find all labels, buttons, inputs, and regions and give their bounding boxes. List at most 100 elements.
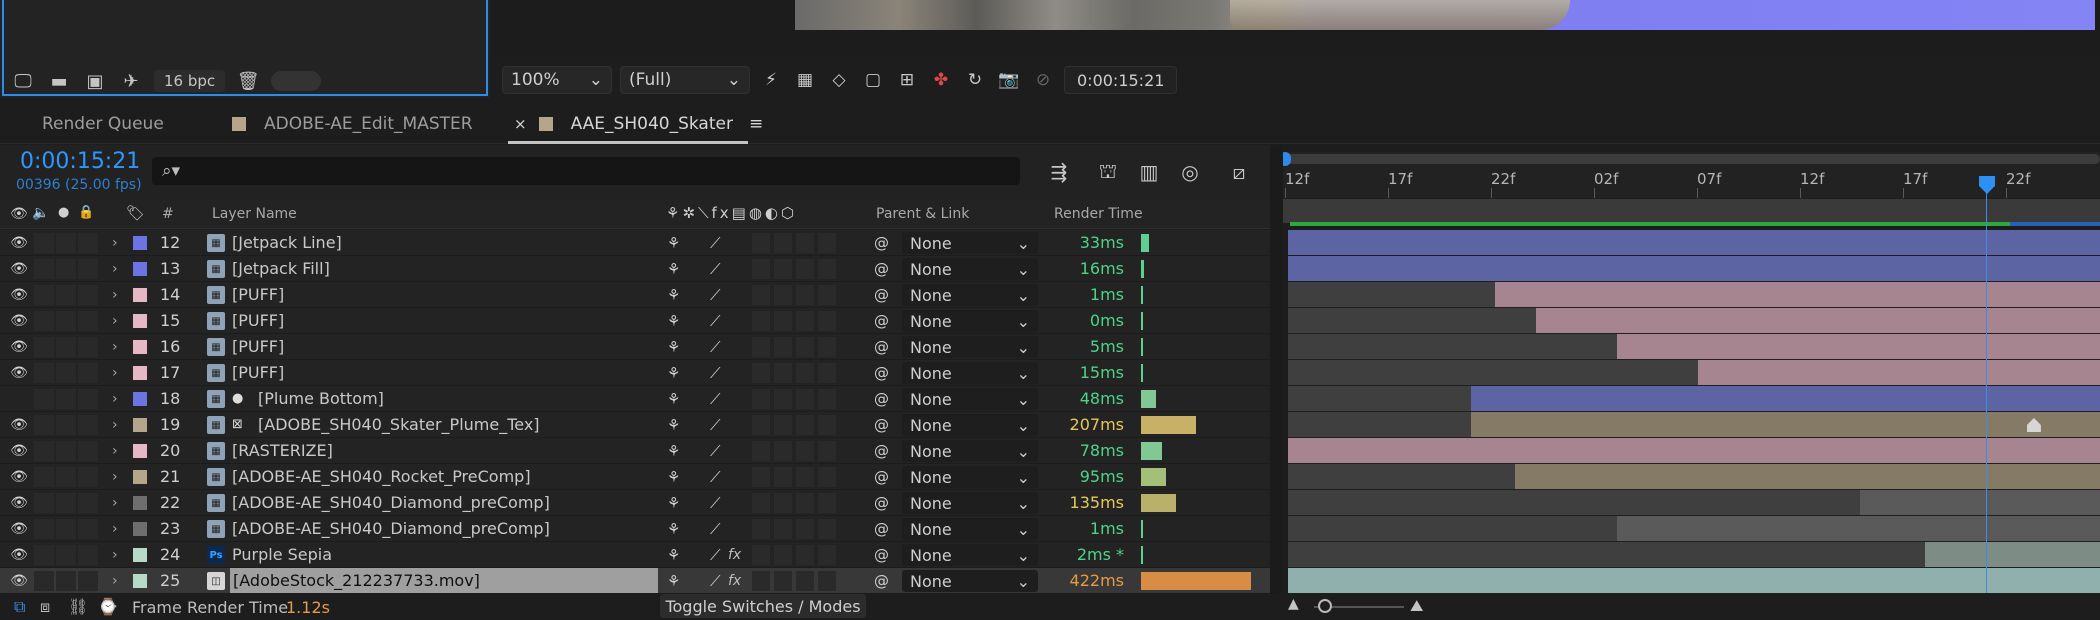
solo-toggle-slot[interactable]: [56, 493, 76, 513]
eye-icon[interactable]: 👁: [8, 308, 30, 333]
layer-row[interactable]: › 18 ▦ ● [Plume Bottom] ⚘ ⟋ @ None ⌄ 48ms: [0, 386, 1270, 412]
layer-label-color[interactable]: [133, 470, 147, 484]
audio-toggle-slot[interactable]: [34, 415, 54, 435]
solo-toggle-slot[interactable]: [56, 389, 76, 409]
3d-layer-switch[interactable]: [818, 363, 836, 383]
quality-switch-icon[interactable]: ⟋: [710, 282, 730, 307]
layer-duration-bar[interactable]: [1925, 542, 2100, 567]
transparency-grid-icon[interactable]: ▦: [792, 67, 818, 93]
quality-switch-icon[interactable]: ⟋: [710, 490, 730, 515]
chevron-right-icon[interactable]: ›: [112, 542, 118, 567]
lock-toggle-slot[interactable]: [78, 337, 98, 357]
tab-render-queue[interactable]: Render Queue: [42, 104, 164, 144]
layer-name[interactable]: Purple Sepia: [232, 542, 642, 567]
motion-blur-switch[interactable]: [774, 389, 792, 409]
effects-switch-icon[interactable]: fx: [728, 542, 750, 567]
adjustment-layer-switch[interactable]: [796, 415, 814, 435]
lock-toggle-slot[interactable]: [78, 441, 98, 461]
layer-label-color[interactable]: [133, 444, 147, 458]
chevron-right-icon[interactable]: ›: [112, 568, 118, 593]
adjustment-layer-switch[interactable]: [796, 233, 814, 253]
track-matte-icon[interactable]: ●: [232, 386, 250, 411]
lock-toggle-slot[interactable]: [78, 363, 98, 383]
lock-toggle-slot[interactable]: [78, 389, 98, 409]
adjustment-layer-switch[interactable]: [796, 493, 814, 513]
shy-switch-icon[interactable]: ⚘: [667, 516, 687, 541]
shy-switch-icon[interactable]: ⚘: [667, 438, 687, 463]
render-time-toggle-icon[interactable]: ⌚: [98, 597, 118, 616]
timeline-track[interactable]: [1288, 464, 2100, 490]
layer-name[interactable]: [PUFF]: [232, 308, 642, 333]
toggle-switches-modes-button[interactable]: Toggle Switches / Modes: [660, 594, 866, 618]
lock-toggle-slot[interactable]: [78, 493, 98, 513]
motion-blur-switch[interactable]: [774, 233, 792, 253]
frame-blend-switch[interactable]: [752, 519, 770, 539]
motion-blur-switch[interactable]: [774, 545, 792, 565]
solo-toggle-slot[interactable]: [56, 311, 76, 331]
motion-blur-switch[interactable]: [774, 441, 792, 461]
render-queue-toggle-icon[interactable]: ⧉: [14, 597, 25, 617]
solo-toggle-slot[interactable]: [56, 415, 76, 435]
3d-layer-switch[interactable]: [818, 259, 836, 279]
parent-select[interactable]: None ⌄: [902, 362, 1038, 384]
solo-toggle-slot[interactable]: [56, 519, 76, 539]
shy-switch-icon[interactable]: ⚘: [667, 256, 687, 281]
motion-blur-switch[interactable]: [774, 285, 792, 305]
shy-switch-icon[interactable]: ⚘: [667, 490, 687, 515]
quality-switch-icon[interactable]: ⟋: [710, 438, 730, 463]
eye-icon[interactable]: 👁: [8, 542, 30, 567]
parent-select[interactable]: None ⌄: [902, 492, 1038, 514]
audio-toggle-slot[interactable]: [34, 545, 54, 565]
zoom-out-icon[interactable]: ▲: [1288, 596, 1299, 612]
parent-select[interactable]: None ⌄: [902, 440, 1038, 462]
graph-editor-icon[interactable]: ⧄: [1223, 158, 1255, 186]
layer-row[interactable]: 👁 › 23 ▦ [ADOBE-AE_SH040_Diamond_preComp…: [0, 516, 1270, 542]
chevron-right-icon[interactable]: ›: [112, 438, 118, 463]
3d-layer-switch[interactable]: [818, 545, 836, 565]
timeline-track[interactable]: [1288, 386, 2100, 412]
motion-blur-switch[interactable]: [774, 259, 792, 279]
parent-select[interactable]: None ⌄: [902, 518, 1038, 540]
quality-switch-icon[interactable]: ⟋: [710, 516, 730, 541]
layer-name[interactable]: [PUFF]: [232, 282, 642, 307]
timeline-track[interactable]: [1288, 568, 2100, 594]
frame-blending-icon[interactable]: ▥: [1133, 158, 1165, 186]
audio-toggle-slot[interactable]: [34, 441, 54, 461]
frame-blend-switch[interactable]: [752, 259, 770, 279]
frame-blend-switch[interactable]: [752, 493, 770, 513]
exposure-icon[interactable]: ↻: [962, 67, 988, 93]
layer-duration-bar[interactable]: [1698, 360, 2100, 385]
audio-toggle-slot[interactable]: [34, 337, 54, 357]
eye-icon[interactable]: 👁: [8, 256, 30, 281]
layer-search-input[interactable]: ⌕▾: [152, 157, 1020, 185]
shy-switch-icon[interactable]: ⚘: [667, 360, 687, 385]
adjustment-layer-switch[interactable]: [796, 519, 814, 539]
layer-row[interactable]: 👁 › 13 ▦ [Jetpack Fill] ⚘ ⟋ @ None ⌄ 16ms: [0, 256, 1270, 282]
parent-select[interactable]: None ⌄: [902, 258, 1038, 280]
frame-blend-switch[interactable]: [752, 233, 770, 253]
chevron-right-icon[interactable]: ›: [112, 516, 118, 541]
layer-name[interactable]: [AdobeStock_212237733.mov]: [230, 568, 658, 593]
layer-row[interactable]: 👁 › 24 Ps Purple Sepia ⚘ ⟋ fx @ None ⌄ 2m…: [0, 542, 1270, 568]
layer-row[interactable]: 👁 › 14 ▦ [PUFF] ⚘ ⟋ @ None ⌄ 1ms: [0, 282, 1270, 308]
layer-label-color[interactable]: [133, 288, 147, 302]
quality-switch-icon[interactable]: ⟋: [710, 230, 730, 255]
audio-toggle-slot[interactable]: [34, 285, 54, 305]
motion-blur-switch[interactable]: [774, 311, 792, 331]
quality-switch-icon[interactable]: ⟋: [710, 464, 730, 489]
layer-label-color[interactable]: [133, 574, 147, 588]
3d-layer-switch[interactable]: [818, 285, 836, 305]
layer-row[interactable]: 👁 › 21 ▦ [ADOBE-AE_SH040_Rocket_PreComp]…: [0, 464, 1270, 490]
shy-switch-icon[interactable]: ⚘: [667, 568, 687, 593]
timeline-track[interactable]: [1288, 438, 2100, 464]
solo-toggle-slot[interactable]: [56, 285, 76, 305]
pick-whip-icon[interactable]: @: [874, 542, 892, 567]
show-snapshot-icon[interactable]: ⊘: [1030, 67, 1056, 93]
layer-row[interactable]: 👁 › 16 ▦ [PUFF] ⚘ ⟋ @ None ⌄ 5ms: [0, 334, 1270, 360]
color-channels-icon[interactable]: ✤: [928, 67, 954, 93]
motion-blur-switch[interactable]: [774, 467, 792, 487]
frame-blend-switch[interactable]: [752, 545, 770, 565]
pick-whip-icon[interactable]: @: [874, 490, 892, 515]
pick-whip-icon[interactable]: @: [874, 568, 892, 593]
3d-layer-switch[interactable]: [818, 571, 836, 591]
